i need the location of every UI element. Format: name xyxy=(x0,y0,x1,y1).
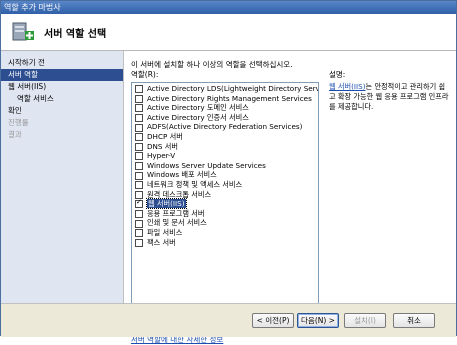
role-checkbox[interactable] xyxy=(135,210,143,219)
role-label[interactable]: 파일 서비스 xyxy=(147,228,182,237)
role-checkbox[interactable] xyxy=(135,219,143,228)
title-bar: 역할 추가 마법사 xyxy=(1,1,456,14)
role-row[interactable]: Windows Server Update Services xyxy=(132,161,318,171)
role-label[interactable]: Hyper-V xyxy=(147,151,175,160)
role-label[interactable]: 응용 프로그램 서버 xyxy=(147,209,204,218)
install-button[interactable]: 설치(I) xyxy=(344,313,386,328)
role-checkbox[interactable] xyxy=(135,85,143,94)
role-label[interactable]: ADFS(Active Directory Federation Service… xyxy=(147,122,302,131)
role-checkbox[interactable] xyxy=(135,94,143,103)
page-title: 서버 역할 선택 xyxy=(44,29,107,40)
description-role-link[interactable]: 웹 서버(IIS) xyxy=(329,82,366,91)
main-content: 이 서버에 설치할 하나 이상의 역할을 선택하십시오. 역할(R): Acti… xyxy=(124,51,456,344)
role-row[interactable]: Active Directory 인증서 서비스 xyxy=(132,113,318,123)
nav-step[interactable]: 확인 xyxy=(1,105,123,117)
role-label[interactable]: 네트워크 정책 및 액세스 서비스 xyxy=(147,180,242,189)
role-label[interactable]: DNS 서버 xyxy=(147,142,178,151)
server-roles-icon xyxy=(12,22,34,41)
role-label[interactable]: Active Directory Rights Management Servi… xyxy=(147,94,312,103)
role-row[interactable]: Windows 배포 서비스 xyxy=(132,170,318,180)
role-row[interactable]: DHCP 서버 xyxy=(132,132,318,142)
role-row[interactable]: 인쇄 및 문서 서비스 xyxy=(132,218,318,228)
role-checkbox[interactable] xyxy=(135,133,143,142)
description-label: 설명: xyxy=(329,70,346,79)
role-label[interactable]: Active Directory LDS(Lightweight Directo… xyxy=(147,84,318,93)
role-row[interactable]: 파일 서비스 xyxy=(132,228,318,238)
wizard-footer: < 이전(P) 다음(N) > 설치(I) 취소 xyxy=(1,303,456,337)
role-label[interactable]: 원격 데스크톱 서비스 xyxy=(147,190,211,199)
role-checkbox[interactable] xyxy=(135,162,143,171)
role-checkbox[interactable] xyxy=(135,114,143,123)
role-row[interactable]: Active Directory LDS(Lightweight Directo… xyxy=(132,84,318,94)
next-button[interactable]: 다음(N) > xyxy=(297,313,339,328)
role-label[interactable]: 웹 서버(IIS) xyxy=(146,198,187,210)
role-checkbox[interactable] xyxy=(135,142,143,151)
role-label[interactable]: Active Directory 도메인 서비스 xyxy=(147,103,249,112)
role-label[interactable]: DHCP 서버 xyxy=(147,132,183,141)
previous-button[interactable]: < 이전(P) xyxy=(252,313,294,328)
nav-step: 결과 xyxy=(8,130,22,139)
roles-label: 역할(R): xyxy=(131,70,159,79)
role-row[interactable]: 네트워크 정책 및 액세스 서비스 xyxy=(132,180,318,190)
role-checkbox[interactable] xyxy=(135,181,143,190)
role-row[interactable]: ADFS(Active Directory Federation Service… xyxy=(132,122,318,132)
role-label[interactable]: Windows Server Update Services xyxy=(147,161,266,170)
role-label[interactable]: Windows 배포 서비스 xyxy=(147,170,217,179)
role-description: 웹 서버(IIS)는 안정적이고 관리하기 쉽고 확장 가능한 웹 응용 프로그… xyxy=(329,82,451,112)
role-label[interactable]: 인쇄 및 문서 서비스 xyxy=(147,218,207,227)
nav-step[interactable]: 웹 서버(IIS) xyxy=(1,81,123,93)
wizard-steps-nav: 시작하기 전 서버 역할 웹 서버(IIS) 역할 서비스 확인 진행률결과 xyxy=(1,51,124,309)
nav-step: 진행률 xyxy=(8,118,29,127)
role-label[interactable]: Active Directory 인증서 서비스 xyxy=(147,113,249,122)
roles-listbox[interactable]: Active Directory LDS(Lightweight Directo… xyxy=(131,82,319,320)
role-checkbox[interactable] xyxy=(135,104,143,113)
role-checkbox[interactable] xyxy=(135,229,143,238)
wizard-window: 역할 추가 마법사 서버 역할 선택 시작하기 전 서버 역할 웹 서버(IIS) 역… xyxy=(0,0,457,344)
role-row[interactable]: 응용 프로그램 서버 xyxy=(132,209,318,219)
role-label[interactable]: 팩스 서버 xyxy=(147,238,176,247)
role-row[interactable]: 웹 서버(IIS) xyxy=(132,198,318,210)
role-checkbox[interactable] xyxy=(135,171,143,180)
role-row[interactable]: Active Directory 도메인 서비스 xyxy=(132,103,318,113)
nav-step[interactable]: 서버 역할 xyxy=(1,69,123,81)
cancel-button[interactable]: 취소 xyxy=(393,313,435,328)
role-row[interactable]: Active Directory Rights Management Servi… xyxy=(132,94,318,104)
role-checkbox[interactable] xyxy=(135,238,143,247)
role-row[interactable]: 팩스 서버 xyxy=(132,238,318,248)
window-title: 역할 추가 마법사 xyxy=(4,3,61,12)
wizard-header: 서버 역할 선택 xyxy=(1,14,456,51)
role-row[interactable]: 원격 데스크톱 서비스 xyxy=(132,190,318,200)
nav-step[interactable]: 역할 서비스 xyxy=(1,93,123,105)
role-checkbox[interactable] xyxy=(135,123,143,132)
role-checkbox[interactable] xyxy=(135,152,143,161)
role-row[interactable]: DNS 서버 xyxy=(132,142,318,152)
nav-step[interactable]: 시작하기 전 xyxy=(1,57,123,69)
role-checkbox[interactable] xyxy=(135,198,143,209)
role-row[interactable]: Hyper-V xyxy=(132,151,318,161)
